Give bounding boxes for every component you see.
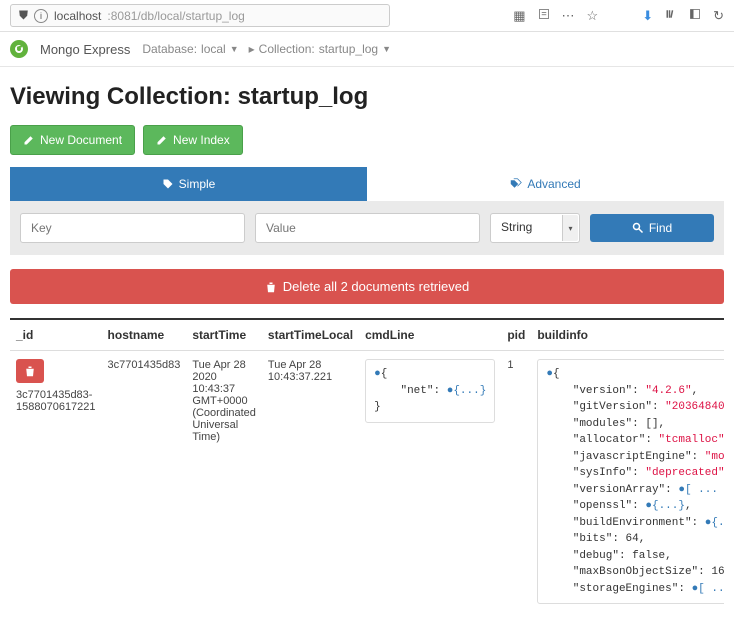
table-row: 3c7701435d83-1588070617221 3c7701435d83 … [10,351,724,613]
browser-actions: ▦ ⋯ ☆ ⬇ ↻ [513,8,724,24]
app-header: Mongo Express Database: local ▼ ▸ Collec… [0,32,734,67]
cell-pid: 1 [501,351,531,613]
cell-buildinfo-json[interactable]: ●{ "version": "4.2.6", "gitVersion": "20… [537,359,724,604]
search-value-input[interactable] [255,213,480,243]
delete-all-alert[interactable]: Delete all 2 documents retrieved [10,269,724,304]
tags-icon [510,178,522,190]
url-host: localhost [54,9,101,23]
tag-icon [162,178,174,190]
info-icon[interactable]: i [34,9,48,23]
find-button[interactable]: Find [590,214,714,242]
pencil-icon [156,134,168,146]
col-hostname[interactable]: hostname [102,320,187,351]
cell-starttime: Tue Apr 28 2020 10:43:37 GMT+0000 (Coord… [186,351,262,613]
breadcrumb: Database: local ▼ ▸ Collection: startup_… [142,42,391,56]
crumb-collection[interactable]: startup_log [319,42,378,56]
trash-icon [265,281,277,293]
search-icon [632,222,644,234]
trash-icon [24,365,36,377]
chevron-down-icon[interactable]: ▼ [230,44,239,54]
tab-simple[interactable]: Simple [10,167,367,201]
tab-advanced[interactable]: Advanced [367,167,724,201]
url-bar[interactable]: ⛊ i localhost :8081/db/local/startup_log [10,4,390,27]
mongo-express-logo [10,40,28,58]
url-path: :8081/db/local/startup_log [107,9,244,23]
cell-id[interactable]: 3c7701435d83-1588070617221 [16,389,96,413]
search-type-select[interactable]: String ▾ [490,213,580,243]
tracking-shield-icon: ⛊ [19,8,28,23]
download-icon[interactable]: ⬇ [642,8,653,24]
documents-table: _id hostname startTime startTimeLocal cm… [10,318,724,612]
cell-hostname: 3c7701435d83 [102,351,187,613]
sidebar-icon[interactable] [689,8,701,23]
search-key-input[interactable] [20,213,245,243]
col-buildinfo[interactable]: buildinfo [531,320,724,351]
more-icon[interactable]: ⋯ [562,8,575,24]
col-starttimelocal[interactable]: startTimeLocal [262,320,359,351]
star-icon[interactable]: ☆ [587,8,599,24]
reader-icon[interactable] [538,8,550,23]
chevron-down-icon: ▾ [562,215,578,241]
new-document-button[interactable]: New Document [10,125,135,155]
new-index-button[interactable]: New Index [143,125,243,155]
cell-starttimelocal: Tue Apr 28 10:43:37.221 [262,351,359,613]
qr-icon[interactable]: ▦ [513,8,525,24]
search-row: String ▾ Find [10,201,724,255]
col-id[interactable]: _id [10,320,102,351]
library-icon[interactable] [665,8,677,23]
crumb-database[interactable]: local [201,42,226,56]
delete-row-button[interactable] [16,359,44,383]
col-pid[interactable]: pid [501,320,531,351]
col-starttime[interactable]: startTime [186,320,262,351]
page-title: Viewing Collection: startup_log [10,83,724,111]
pencil-icon [23,134,35,146]
sync-icon[interactable]: ↻ [713,8,724,24]
chevron-down-icon[interactable]: ▼ [382,44,391,54]
col-cmdline[interactable]: cmdLine [359,320,501,351]
browser-chrome: ⛊ i localhost:8081/db/local/startup_log … [0,0,734,32]
brand[interactable]: Mongo Express [40,42,130,57]
search-tabs: Simple Advanced [10,167,724,201]
cell-cmdline-json[interactable]: ●{ "net": ●{...} } [365,359,495,423]
